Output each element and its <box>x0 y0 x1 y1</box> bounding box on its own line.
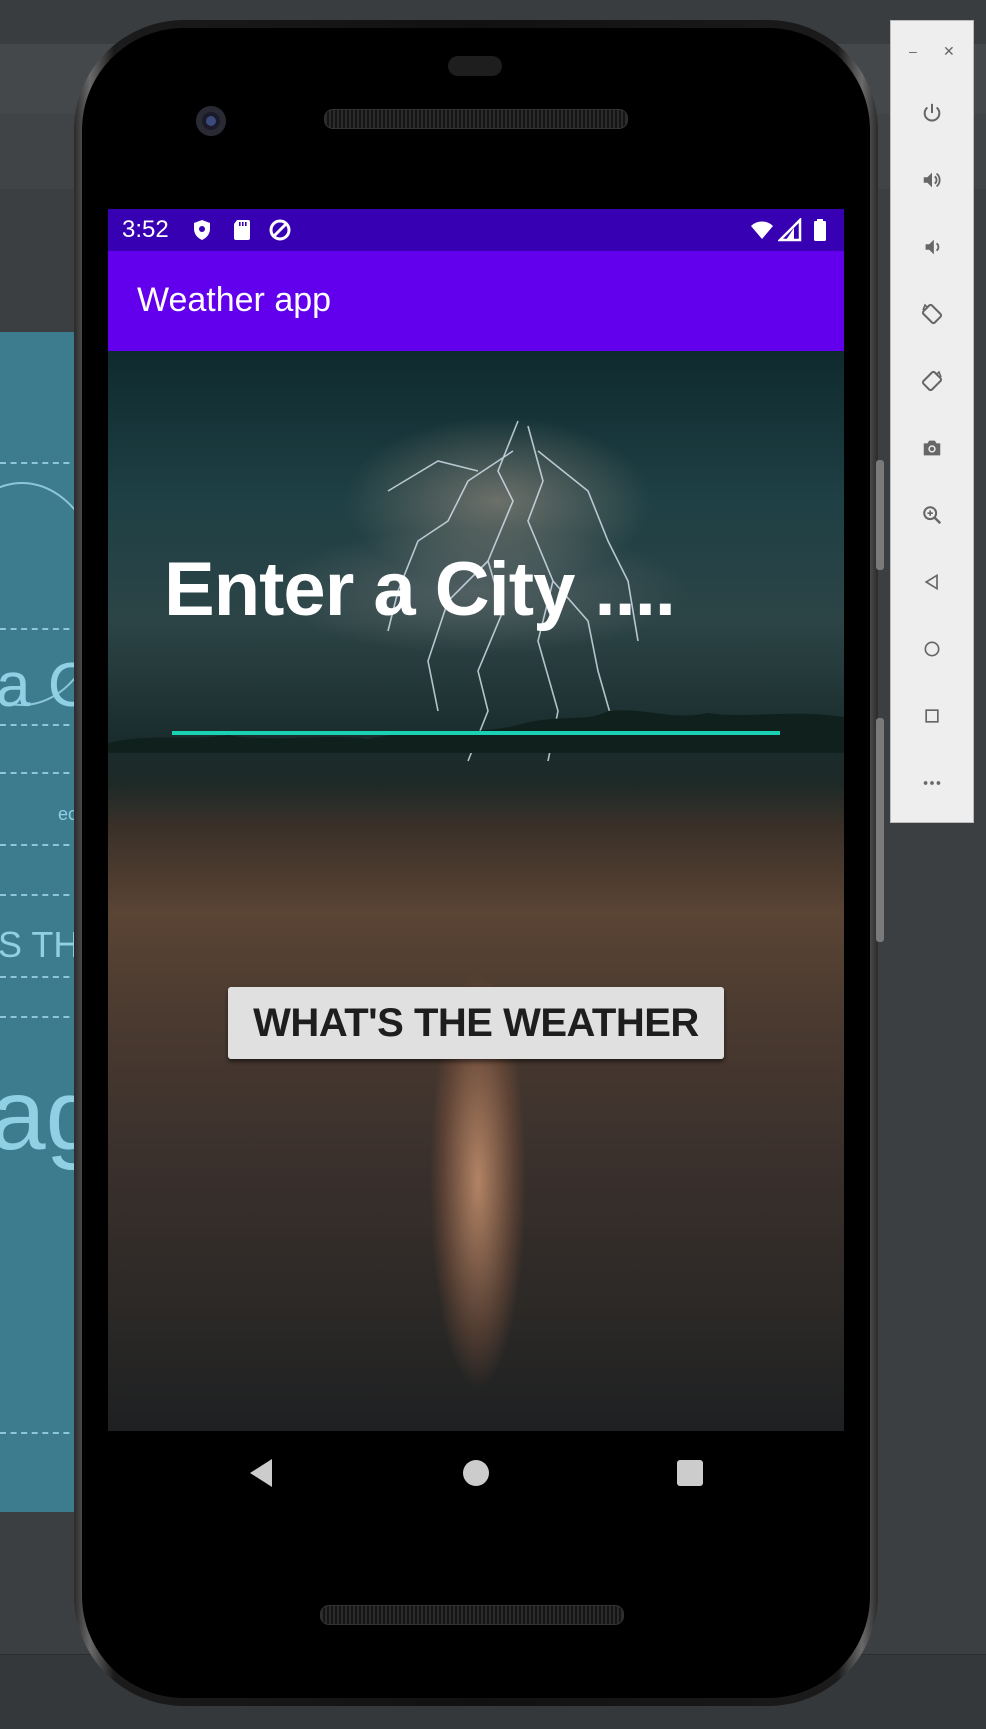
nav-home-icon[interactable] <box>456 1453 496 1493</box>
overview-icon[interactable] <box>912 696 952 736</box>
rotate-right-icon[interactable] <box>912 361 952 401</box>
front-camera-icon <box>196 106 226 136</box>
device-screen: 3:52 Weather app Enter a City .... WHAT'… <box>108 209 844 1431</box>
blueprint-heading-text: a C <box>0 651 80 720</box>
home-icon[interactable] <box>912 629 952 669</box>
status-bar: 3:52 <box>108 209 844 251</box>
storm-field-background-image: Enter a City .... WHAT'S THE WEATHER <box>108 351 844 1431</box>
blueprint-button-text: S TH <box>0 924 80 965</box>
signal-icon <box>778 218 802 242</box>
power-side-button <box>876 460 884 570</box>
earpiece <box>448 56 502 76</box>
battery-icon <box>814 219 826 241</box>
blueprint-preview: a C ec S TH age <box>0 332 80 1512</box>
bottom-speaker-grille <box>320 1605 624 1625</box>
sd-card-icon <box>234 220 250 240</box>
enter-city-heading: Enter a City .... <box>164 547 676 632</box>
city-input[interactable] <box>172 681 780 735</box>
app-title: Weather app <box>137 281 332 319</box>
status-time: 3:52 <box>122 216 169 243</box>
shield-icon <box>194 220 210 240</box>
nav-back-icon[interactable] <box>242 1453 282 1493</box>
volume-up-icon[interactable] <box>912 160 952 200</box>
back-icon[interactable] <box>912 562 952 602</box>
navigation-bar <box>108 1431 844 1517</box>
whats-the-weather-button[interactable]: WHAT'S THE WEATHER <box>228 987 724 1059</box>
more-icon[interactable] <box>912 763 952 803</box>
top-speaker-grille <box>324 109 628 129</box>
app-bar: Weather app <box>108 251 844 351</box>
blueprint-image-text: age <box>0 1059 80 1171</box>
emulator-toolbar: – ✕ <box>890 20 974 823</box>
rotate-left-icon[interactable] <box>912 294 952 334</box>
wifi-icon <box>751 221 773 239</box>
nav-overview-icon[interactable] <box>670 1453 710 1493</box>
minimize-icon[interactable]: – <box>909 43 917 59</box>
close-icon[interactable]: ✕ <box>943 43 955 60</box>
camera-icon[interactable] <box>912 428 952 468</box>
volume-side-button <box>876 718 884 942</box>
power-icon[interactable] <box>912 93 952 133</box>
zoom-icon[interactable] <box>912 495 952 535</box>
volume-down-icon[interactable] <box>912 227 952 267</box>
data-saver-icon <box>269 219 291 241</box>
